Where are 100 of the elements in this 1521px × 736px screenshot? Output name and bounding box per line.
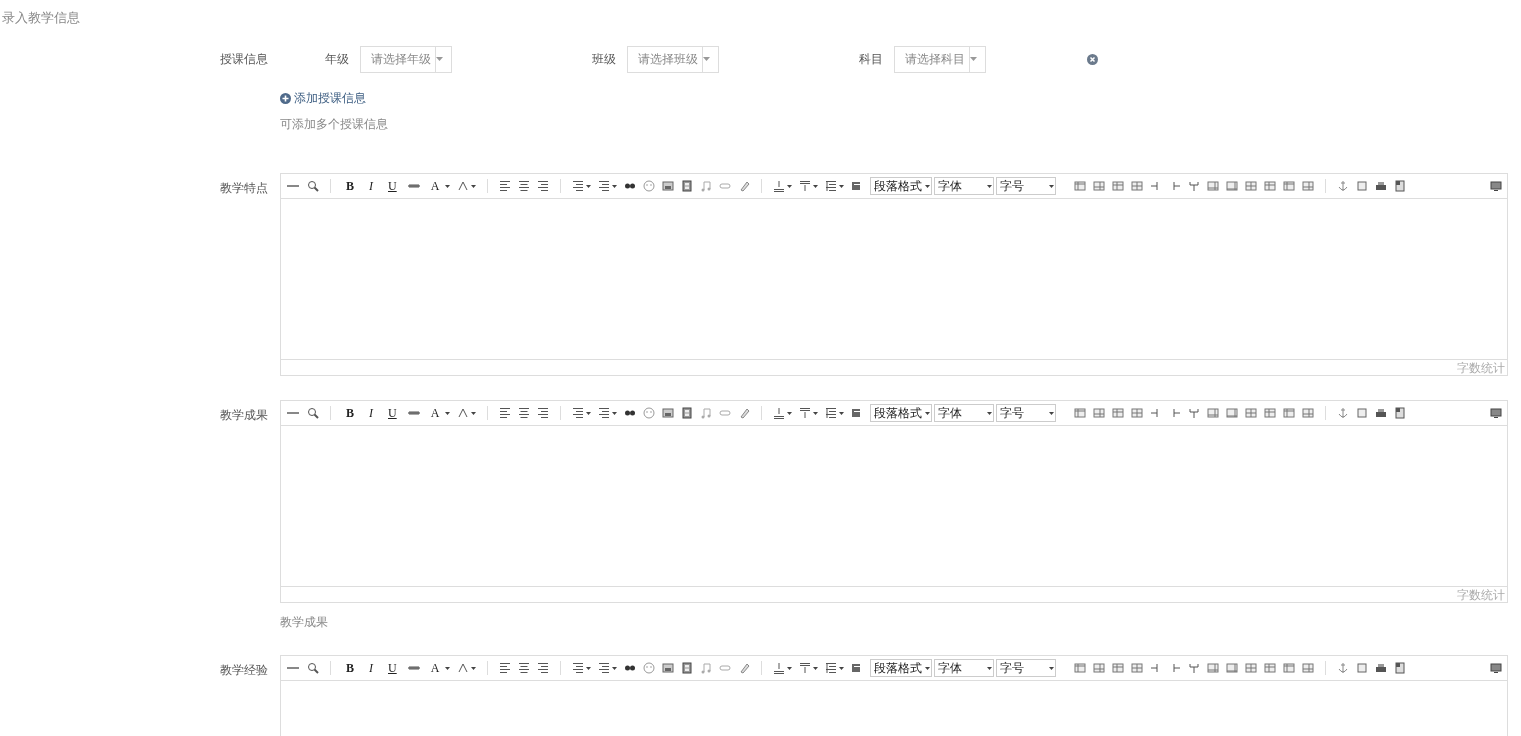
row-spacing-top-icon[interactable] (773, 662, 786, 674)
print-icon[interactable] (1375, 662, 1388, 674)
align-center-icon[interactable] (518, 180, 531, 192)
music-note-icon[interactable] (700, 662, 713, 674)
caret-icon (471, 666, 477, 670)
eraser-icon[interactable] (738, 662, 751, 674)
emoji-icon[interactable] (643, 180, 656, 192)
eraser-icon[interactable] (738, 407, 751, 419)
field-label: 教学成果 (220, 407, 269, 424)
emoji-icon[interactable] (643, 662, 656, 674)
fullscreen-icon[interactable] (1490, 407, 1502, 419)
caret-icon (436, 57, 443, 61)
emoji-icon[interactable] (643, 407, 656, 419)
underline-button[interactable]: U (384, 180, 401, 192)
align-center-icon[interactable] (518, 662, 531, 674)
field-label: 授课信息 (220, 51, 269, 68)
dropdown-select[interactable]: 请选择年级 (360, 45, 452, 73)
caret-icon (1049, 184, 1055, 188)
caret-icon (839, 666, 845, 670)
preview-icon[interactable] (307, 662, 319, 674)
eraser-icon[interactable] (738, 180, 751, 192)
align-left-icon[interactable] (499, 662, 512, 674)
caret-icon (839, 184, 845, 188)
font-size-select[interactable]: 字号 (996, 177, 1057, 195)
caret-icon (787, 411, 793, 415)
page-title: 录入教学信息 (2, 10, 80, 25)
preview-icon[interactable] (307, 180, 319, 192)
print-icon[interactable] (1375, 180, 1388, 192)
dropdown-select[interactable]: 请选择科目 (894, 45, 986, 73)
bold-button[interactable]: B (342, 180, 358, 192)
anchor-icon[interactable] (1337, 180, 1350, 192)
anchor-icon[interactable] (1337, 662, 1350, 674)
caret-icon (813, 411, 819, 415)
caret-icon (612, 411, 618, 415)
paragraph-format-select[interactable]: 段落格式 (870, 177, 933, 195)
row-spacing-bottom-icon[interactable] (799, 662, 812, 674)
remove-icon[interactable] (1087, 53, 1098, 65)
line-height-icon[interactable] (825, 407, 838, 419)
table-icon[interactable] (1074, 662, 1087, 674)
align-right-icon[interactable] (537, 180, 550, 192)
caret-icon (813, 184, 819, 188)
row-spacing-bottom-icon[interactable] (799, 407, 812, 419)
font-color-button[interactable]: A (426, 180, 444, 192)
bold-button[interactable]: B (342, 662, 358, 674)
film-icon[interactable] (681, 407, 694, 419)
caret-icon (1049, 411, 1055, 415)
table-icon[interactable] (1074, 180, 1087, 192)
row-spacing-top-icon[interactable] (773, 180, 786, 192)
underline-button[interactable]: U (384, 407, 401, 419)
line-height-icon[interactable] (825, 180, 838, 192)
row-spacing-top-icon[interactable] (773, 407, 786, 419)
row-spacing-bottom-icon[interactable] (799, 180, 812, 192)
music-note-icon[interactable] (700, 180, 713, 192)
preview-icon[interactable] (307, 407, 319, 419)
plus-circle-icon (280, 92, 291, 104)
line-height-icon[interactable] (825, 662, 838, 674)
dropdown-select[interactable]: 请选择班级 (627, 45, 719, 73)
align-left-icon[interactable] (499, 407, 512, 419)
caret-icon (445, 184, 451, 188)
caret-icon (586, 666, 592, 670)
caret-icon (970, 57, 977, 61)
font-family-select[interactable]: 字体 (934, 404, 995, 422)
italic-button[interactable]: I (365, 180, 377, 192)
align-left-icon[interactable] (499, 180, 512, 192)
bold-button[interactable]: B (342, 407, 358, 419)
select-label: 班级 (592, 51, 616, 68)
fullscreen-icon[interactable] (1490, 180, 1502, 192)
add-teaching-info-link[interactable]: 添加授课信息 (280, 89, 366, 107)
fullscreen-icon[interactable] (1490, 662, 1502, 674)
font-family-select[interactable]: 字体 (934, 659, 995, 677)
font-color-button[interactable]: A (426, 407, 444, 419)
align-right-icon[interactable] (537, 407, 550, 419)
caret-icon (787, 184, 793, 188)
align-right-icon[interactable] (537, 662, 550, 674)
font-size-select[interactable]: 字号 (996, 404, 1057, 422)
caret-icon (445, 666, 451, 670)
music-note-icon[interactable] (700, 407, 713, 419)
font-family-select[interactable]: 字体 (934, 177, 995, 195)
underline-button[interactable]: U (384, 662, 401, 674)
select-label: 科目 (859, 51, 883, 68)
caret-icon (925, 411, 931, 415)
field-hint: 教学成果 (280, 614, 328, 631)
italic-button[interactable]: I (365, 407, 377, 419)
paragraph-format-select[interactable]: 段落格式 (870, 659, 933, 677)
italic-button[interactable]: I (365, 662, 377, 674)
font-color-button[interactable]: A (426, 662, 444, 674)
word-count: 字数统计 (1457, 361, 1505, 374)
anchor-icon[interactable] (1337, 407, 1350, 419)
image-icon[interactable] (662, 407, 675, 419)
align-center-icon[interactable] (518, 407, 531, 419)
film-icon[interactable] (681, 180, 694, 192)
print-icon[interactable] (1375, 407, 1388, 419)
caret-icon (445, 411, 451, 415)
image-icon[interactable] (662, 662, 675, 674)
caret-icon (471, 184, 477, 188)
image-icon[interactable] (662, 180, 675, 192)
paragraph-format-select[interactable]: 段落格式 (870, 404, 933, 422)
film-icon[interactable] (681, 662, 694, 674)
table-icon[interactable] (1074, 407, 1087, 419)
font-size-select[interactable]: 字号 (996, 659, 1057, 677)
